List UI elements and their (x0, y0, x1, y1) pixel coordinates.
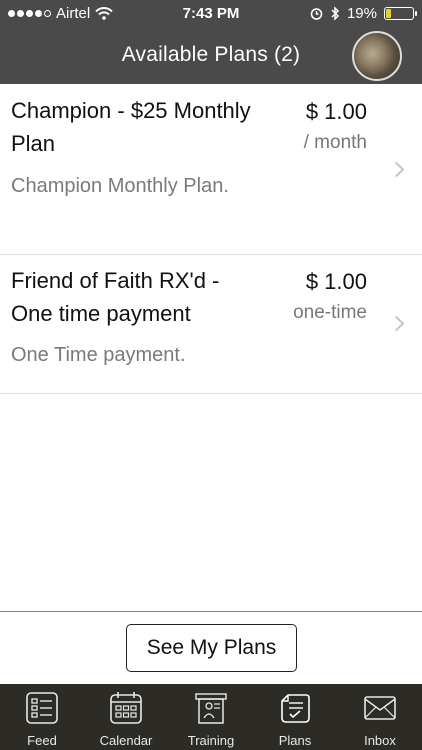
chevron-right-icon (388, 161, 405, 178)
plan-description: One Time payment. (11, 344, 186, 366)
inbox-icon (364, 696, 396, 720)
plan-name: Friend of Faith RX'd - One time payment (11, 268, 220, 326)
tab-calendar[interactable]: Calendar (84, 684, 168, 750)
plan-description: Champion Monthly Plan. (11, 175, 229, 197)
tab-label: Calendar (99, 733, 153, 748)
plan-price: $ 1.00 (305, 99, 367, 124)
plan-item[interactable]: Friend of Faith RX'd - One time payment … (0, 255, 422, 394)
tab-label: Inbox (364, 733, 396, 748)
tab-bar: Feed Calendar Training Plans Inbox (0, 684, 422, 750)
tab-plans[interactable]: Plans (253, 684, 337, 750)
tab-feed[interactable]: Feed (0, 684, 84, 750)
plan-price: $ 1.00 (305, 269, 367, 294)
see-my-plans-button[interactable]: See My Plans (126, 624, 297, 672)
tab-inbox[interactable]: Inbox (338, 684, 422, 750)
tab-label: Plans (278, 733, 312, 748)
battery-icon (384, 7, 417, 20)
training-icon (195, 693, 227, 724)
tab-label: Training (187, 733, 235, 748)
status-bar: Airtel 7:43 PM 19% (0, 0, 422, 28)
tab-training[interactable]: Training (169, 684, 253, 750)
plan-name: Champion - $25 Monthly Plan (11, 98, 251, 156)
tab-label: Feed (27, 733, 57, 748)
feed-icon (26, 692, 58, 724)
avatar[interactable] (352, 31, 402, 81)
battery-percent: 19% (346, 5, 377, 22)
bluetooth-icon (331, 6, 340, 21)
plan-period: / month (303, 132, 367, 153)
plan-period: one-time (293, 302, 367, 323)
plans-icon (281, 694, 310, 723)
calendar-icon (110, 692, 142, 724)
top-bar: Airtel 7:43 PM 19% Available Plans (2) (0, 0, 422, 84)
divider (0, 611, 422, 612)
chevron-right-icon (388, 315, 405, 332)
plan-item[interactable]: Champion - $25 Monthly Plan $ 1.00 / mon… (0, 84, 422, 255)
alarm-icon (310, 8, 323, 20)
